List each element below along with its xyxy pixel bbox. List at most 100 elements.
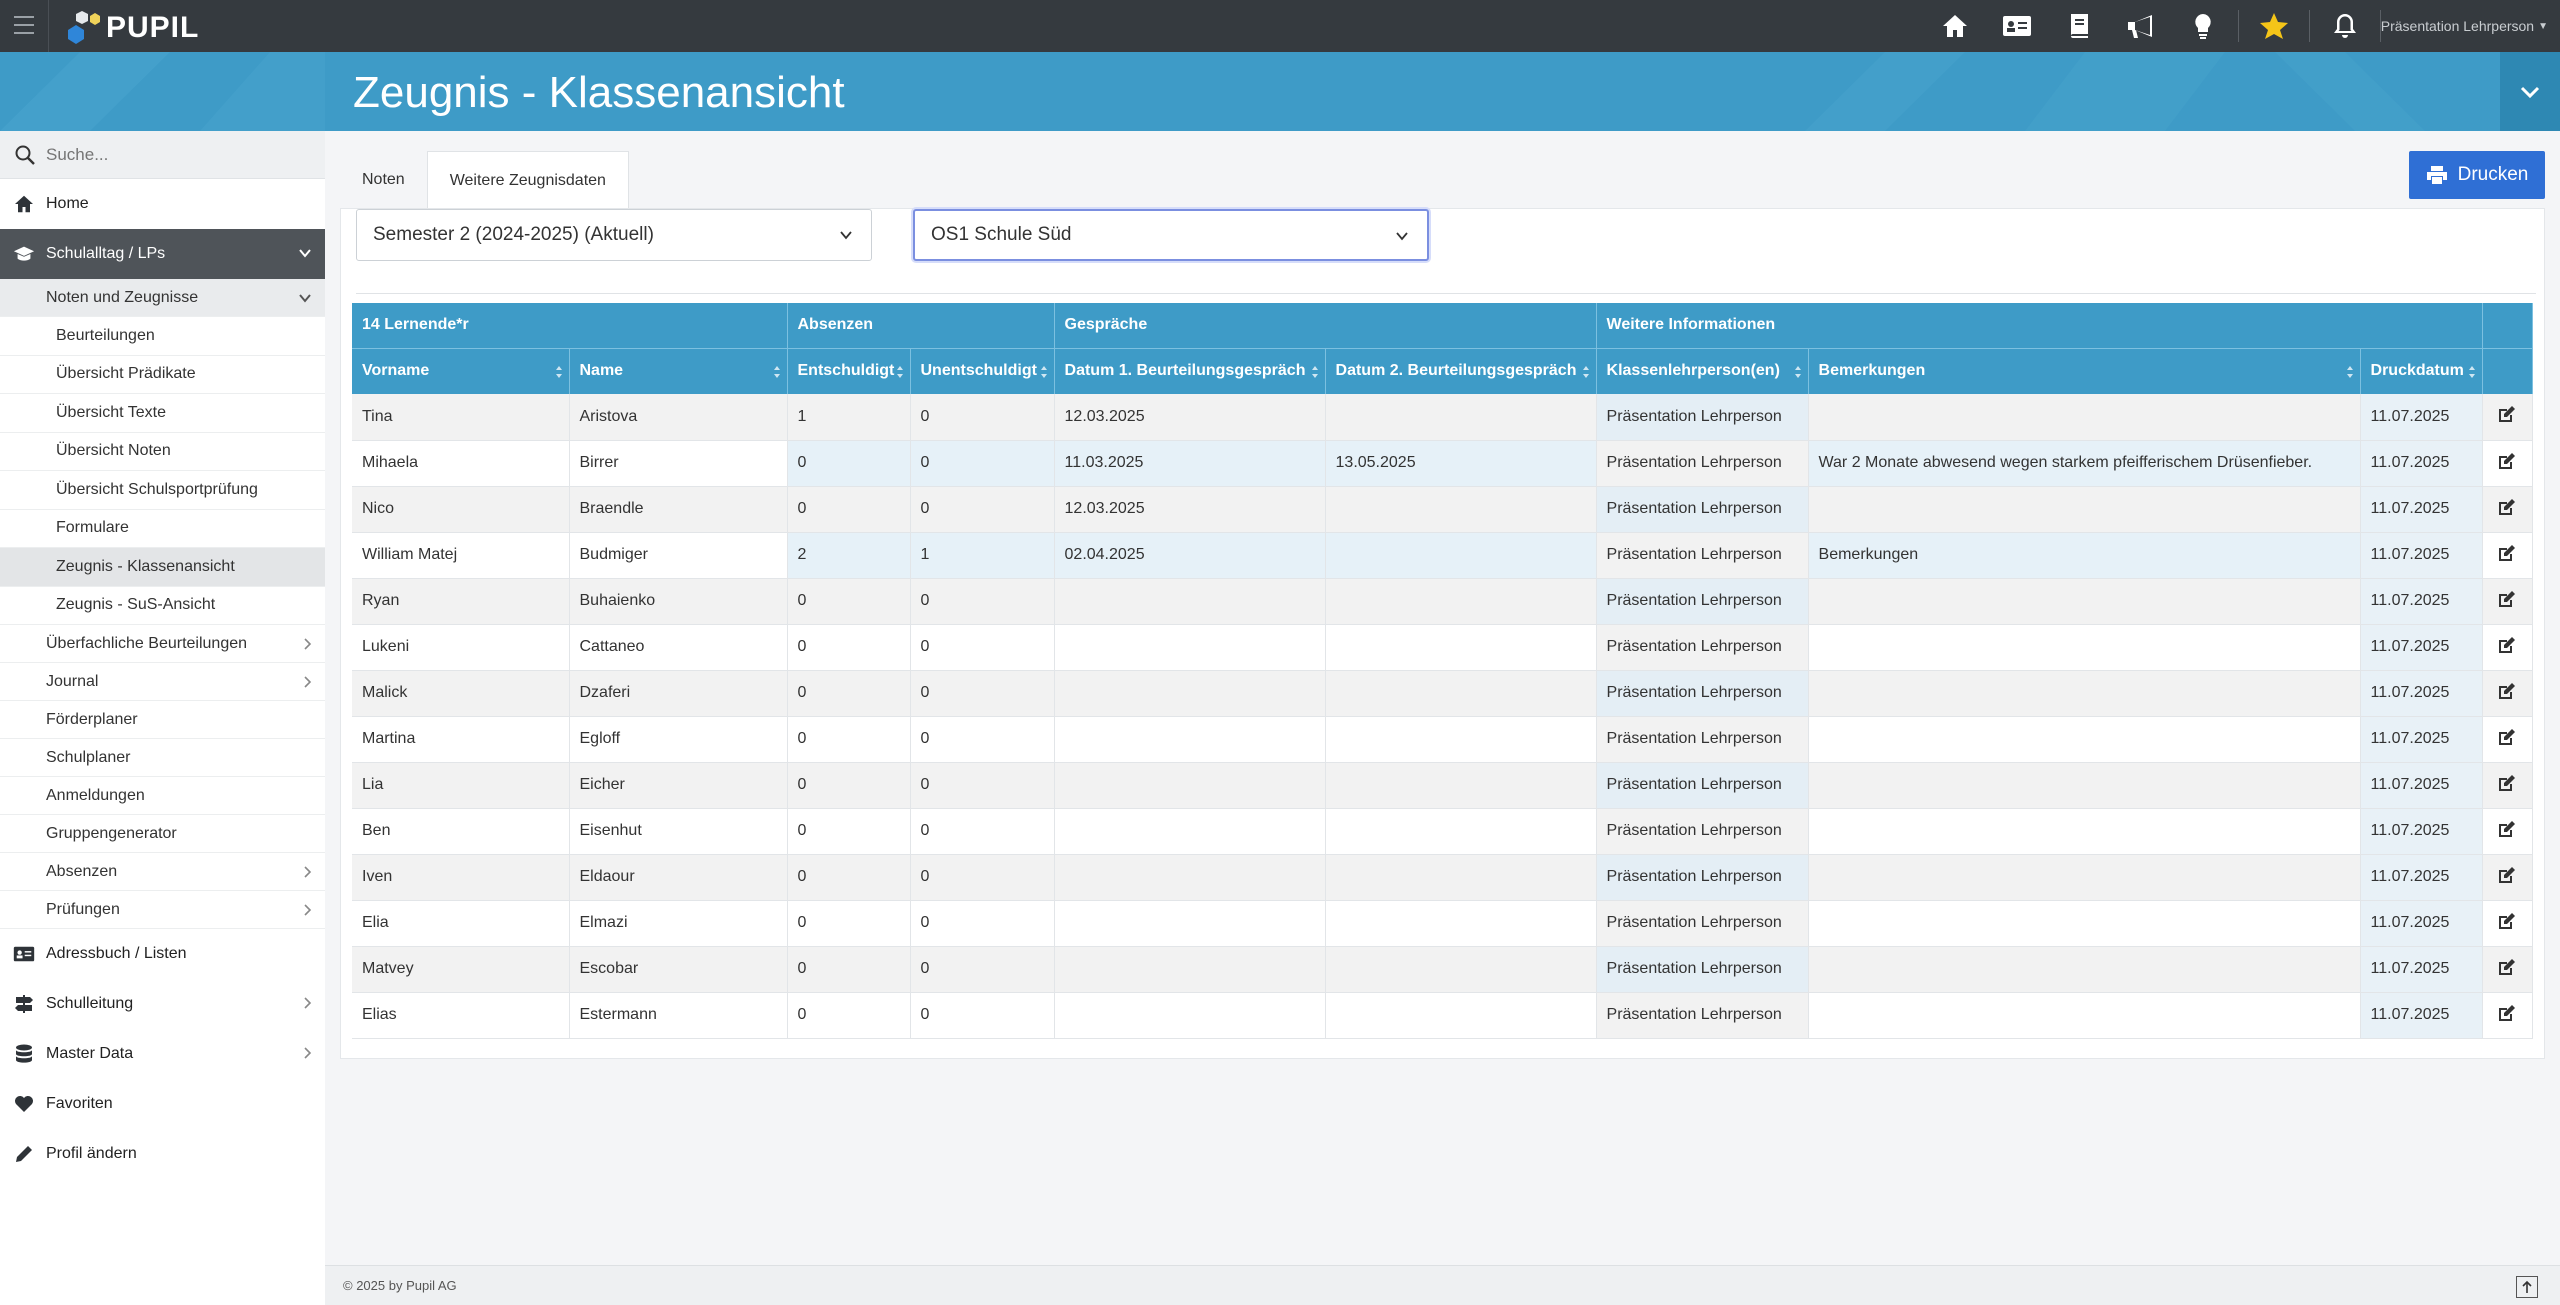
sidebar-item-formulare[interactable]: Formulare xyxy=(0,510,325,548)
table-row[interactable]: Malick Dzaferi 0 0 Präsentation Lehrperson 11… xyxy=(352,670,2533,717)
footer: © 2025 by Pupil AG xyxy=(325,1265,2560,1305)
edit-icon[interactable] xyxy=(2497,1004,2517,1022)
edit-icon[interactable] xyxy=(2497,405,2517,423)
sidebar-item-adressbuch[interactable]: Adressbuch / Listen xyxy=(0,929,325,979)
column-header[interactable]: Vorname xyxy=(352,348,570,394)
edit-row-cell xyxy=(2482,900,2533,947)
sort-icon xyxy=(1794,365,1801,378)
top-icon-bar xyxy=(1924,0,2385,52)
sidebar-item-favoriten[interactable]: Favoriten xyxy=(0,1079,325,1129)
sidebar-item-gruppengenerator[interactable]: Gruppengenerator xyxy=(0,815,325,853)
edit-icon[interactable] xyxy=(2497,682,2517,700)
sidebar-item-label: Profil ändern xyxy=(46,1145,137,1162)
column-header[interactable]: Datum 2. Beurteilungsgespräch xyxy=(1325,348,1597,394)
table-row[interactable]: Iven Eldaour 0 0 Präsentation Lehrperson 11.0… xyxy=(352,854,2533,901)
table-cell: Buhaienko xyxy=(569,578,788,625)
sidebar-item-home[interactable]: Home xyxy=(0,179,325,229)
sidebar-item-pruefungen[interactable]: Prüfungen xyxy=(0,891,325,929)
sidebar-item-beurteilungen[interactable]: Beurteilungen xyxy=(0,317,325,356)
sidebar-item-zeugnis-sus-ansicht[interactable]: Zeugnis - SuS-Ansicht xyxy=(0,587,325,625)
semester-select[interactable]: Semester 2 (2024-2025) (Aktuell) xyxy=(356,209,872,261)
table-row[interactable]: Tina Aristova 1 0 12.03.2025 Präsentation Leh… xyxy=(352,394,2533,441)
class-select[interactable]: OS1 Schule Süd xyxy=(913,209,1429,261)
column-header[interactable]: Bemerkungen xyxy=(1808,348,2361,394)
column-header[interactable]: Druckdatum xyxy=(2360,348,2483,394)
lightbulb-icon[interactable] xyxy=(2172,0,2234,52)
edit-icon[interactable] xyxy=(2497,544,2517,562)
table-cell xyxy=(1054,992,1326,1039)
edit-icon[interactable] xyxy=(2497,498,2517,516)
sidebar-item-label: Förderplaner xyxy=(46,710,138,728)
sort-icon xyxy=(773,365,780,378)
sidebar-item-uebersicht-schulsportpruefung[interactable]: Übersicht Schulsportprüfung xyxy=(0,471,325,510)
table-row[interactable]: Martina Egloff 0 0 Präsentation Lehrperson 11… xyxy=(352,716,2533,763)
banner-pattern xyxy=(0,52,325,131)
table-row[interactable]: Matvey Escobar 0 0 Präsentation Lehrperson 11… xyxy=(352,946,2533,993)
logo[interactable]: PUPIL xyxy=(60,4,199,48)
sidebar-item-schulplaner[interactable]: Schulplaner xyxy=(0,739,325,777)
sort-icon xyxy=(896,365,903,378)
sidebar-item-master-data[interactable]: Master Data xyxy=(0,1029,325,1079)
scroll-to-top-button[interactable] xyxy=(2516,1276,2538,1298)
table-cell xyxy=(1808,578,2361,625)
book-icon[interactable] xyxy=(2048,0,2110,52)
table-row[interactable]: Lia Eicher 0 0 Präsentation Lehrperson 11.07.… xyxy=(352,762,2533,809)
star-icon[interactable] xyxy=(2243,0,2305,52)
edit-icon[interactable] xyxy=(2497,912,2517,930)
edit-icon[interactable] xyxy=(2497,958,2517,976)
sidebar-item-foerderplaner[interactable]: Förderplaner xyxy=(0,701,325,739)
sidebar-item-journal[interactable]: Journal xyxy=(0,663,325,701)
sidebar-item-uebersicht-praedikate[interactable]: Übersicht Prädikate xyxy=(0,356,325,394)
address-card-icon[interactable] xyxy=(1986,0,2048,52)
hamburger-menu-icon[interactable] xyxy=(14,16,34,34)
edit-icon[interactable] xyxy=(2497,774,2517,792)
table-cell xyxy=(1808,900,2361,947)
table-row[interactable]: Ryan Buhaienko 0 0 Präsentation Lehrperson 11… xyxy=(352,578,2533,625)
table-row[interactable]: Mihaela Birrer 0 0 11.03.2025 13.05.2025 Präse… xyxy=(352,440,2533,487)
table-row[interactable]: William Matej Budmiger 2 1 02.04.2025 Präsent… xyxy=(352,532,2533,579)
collapse-banner-button[interactable] xyxy=(2500,52,2560,131)
column-header[interactable]: Datum 1. Beurteilungsgespräch xyxy=(1054,348,1326,394)
column-header[interactable]: Entschuldigt xyxy=(787,348,911,394)
edit-icon[interactable] xyxy=(2497,452,2517,470)
table-row[interactable]: Ben Eisenhut 0 0 Präsentation Lehrperson 11.0… xyxy=(352,808,2533,855)
bell-icon[interactable] xyxy=(2314,0,2376,52)
sidebar-item-uebersicht-noten[interactable]: Übersicht Noten xyxy=(0,433,325,471)
sidebar-item-zeugnis-klassenansicht[interactable]: Zeugnis - Klassenansicht xyxy=(0,548,325,587)
table-cell: Elmazi xyxy=(569,900,788,947)
sidebar-item-schulalltag[interactable]: Schulalltag / LPs xyxy=(0,229,325,279)
table-row[interactable]: Elia Elmazi 0 0 Präsentation Lehrperson 11.07… xyxy=(352,900,2533,947)
column-header[interactable]: Name xyxy=(569,348,788,394)
divider xyxy=(2309,10,2310,42)
edit-icon[interactable] xyxy=(2497,866,2517,884)
table-row[interactable]: Lukeni Cattaneo 0 0 Präsentation Lehrperson 1… xyxy=(352,624,2533,671)
sidebar-item-schulleitung[interactable]: Schulleitung xyxy=(0,979,325,1029)
column-header-label: Name xyxy=(579,362,624,380)
sidebar-item-anmeldungen[interactable]: Anmeldungen xyxy=(0,777,325,815)
table-row[interactable]: Nico Braendle 0 0 12.03.2025 Präsentation Leh… xyxy=(352,486,2533,533)
user-menu[interactable]: Präsentation Lehrperson ▼ xyxy=(2381,0,2548,52)
sidebar-item-ueberfachliche-beurteilungen[interactable]: Überfachliche Beurteilungen xyxy=(0,625,325,663)
edit-icon[interactable] xyxy=(2497,820,2517,838)
edit-icon[interactable] xyxy=(2497,728,2517,746)
home-icon[interactable] xyxy=(1924,0,1986,52)
semester-select-value: Semester 2 (2024-2025) (Aktuell) xyxy=(373,224,654,245)
search-input[interactable] xyxy=(46,144,306,165)
print-button[interactable]: Drucken xyxy=(2409,151,2545,199)
sidebar-item-absenzen[interactable]: Absenzen xyxy=(0,853,325,891)
edit-icon[interactable] xyxy=(2497,590,2517,608)
sidebar-item-profil[interactable]: Profil ändern xyxy=(0,1129,325,1179)
tab-noten[interactable]: Noten xyxy=(340,151,427,209)
table-row[interactable]: Elias Estermann 0 0 Präsentation Lehrperson 1… xyxy=(352,992,2533,1039)
sidebar-item-label: Übersicht Prädikate xyxy=(56,365,196,383)
sidebar-item-noten-und-zeugnisse[interactable]: Noten und Zeugnisse xyxy=(0,279,325,317)
megaphone-icon[interactable] xyxy=(2110,0,2172,52)
tab-weitere-zeugnisdaten[interactable]: Weitere Zeugnisdaten xyxy=(426,151,629,209)
sidebar-item-uebersicht-texte[interactable]: Übersicht Texte xyxy=(0,394,325,433)
sidebar-header-strip xyxy=(0,52,325,131)
edit-icon[interactable] xyxy=(2497,636,2517,654)
column-header[interactable]: Klassenlehrperson(en) xyxy=(1596,348,1809,394)
column-header[interactable]: Unentschuldigt xyxy=(910,348,1055,394)
chevron-right-icon xyxy=(304,866,312,878)
table-cell xyxy=(1808,716,2361,763)
